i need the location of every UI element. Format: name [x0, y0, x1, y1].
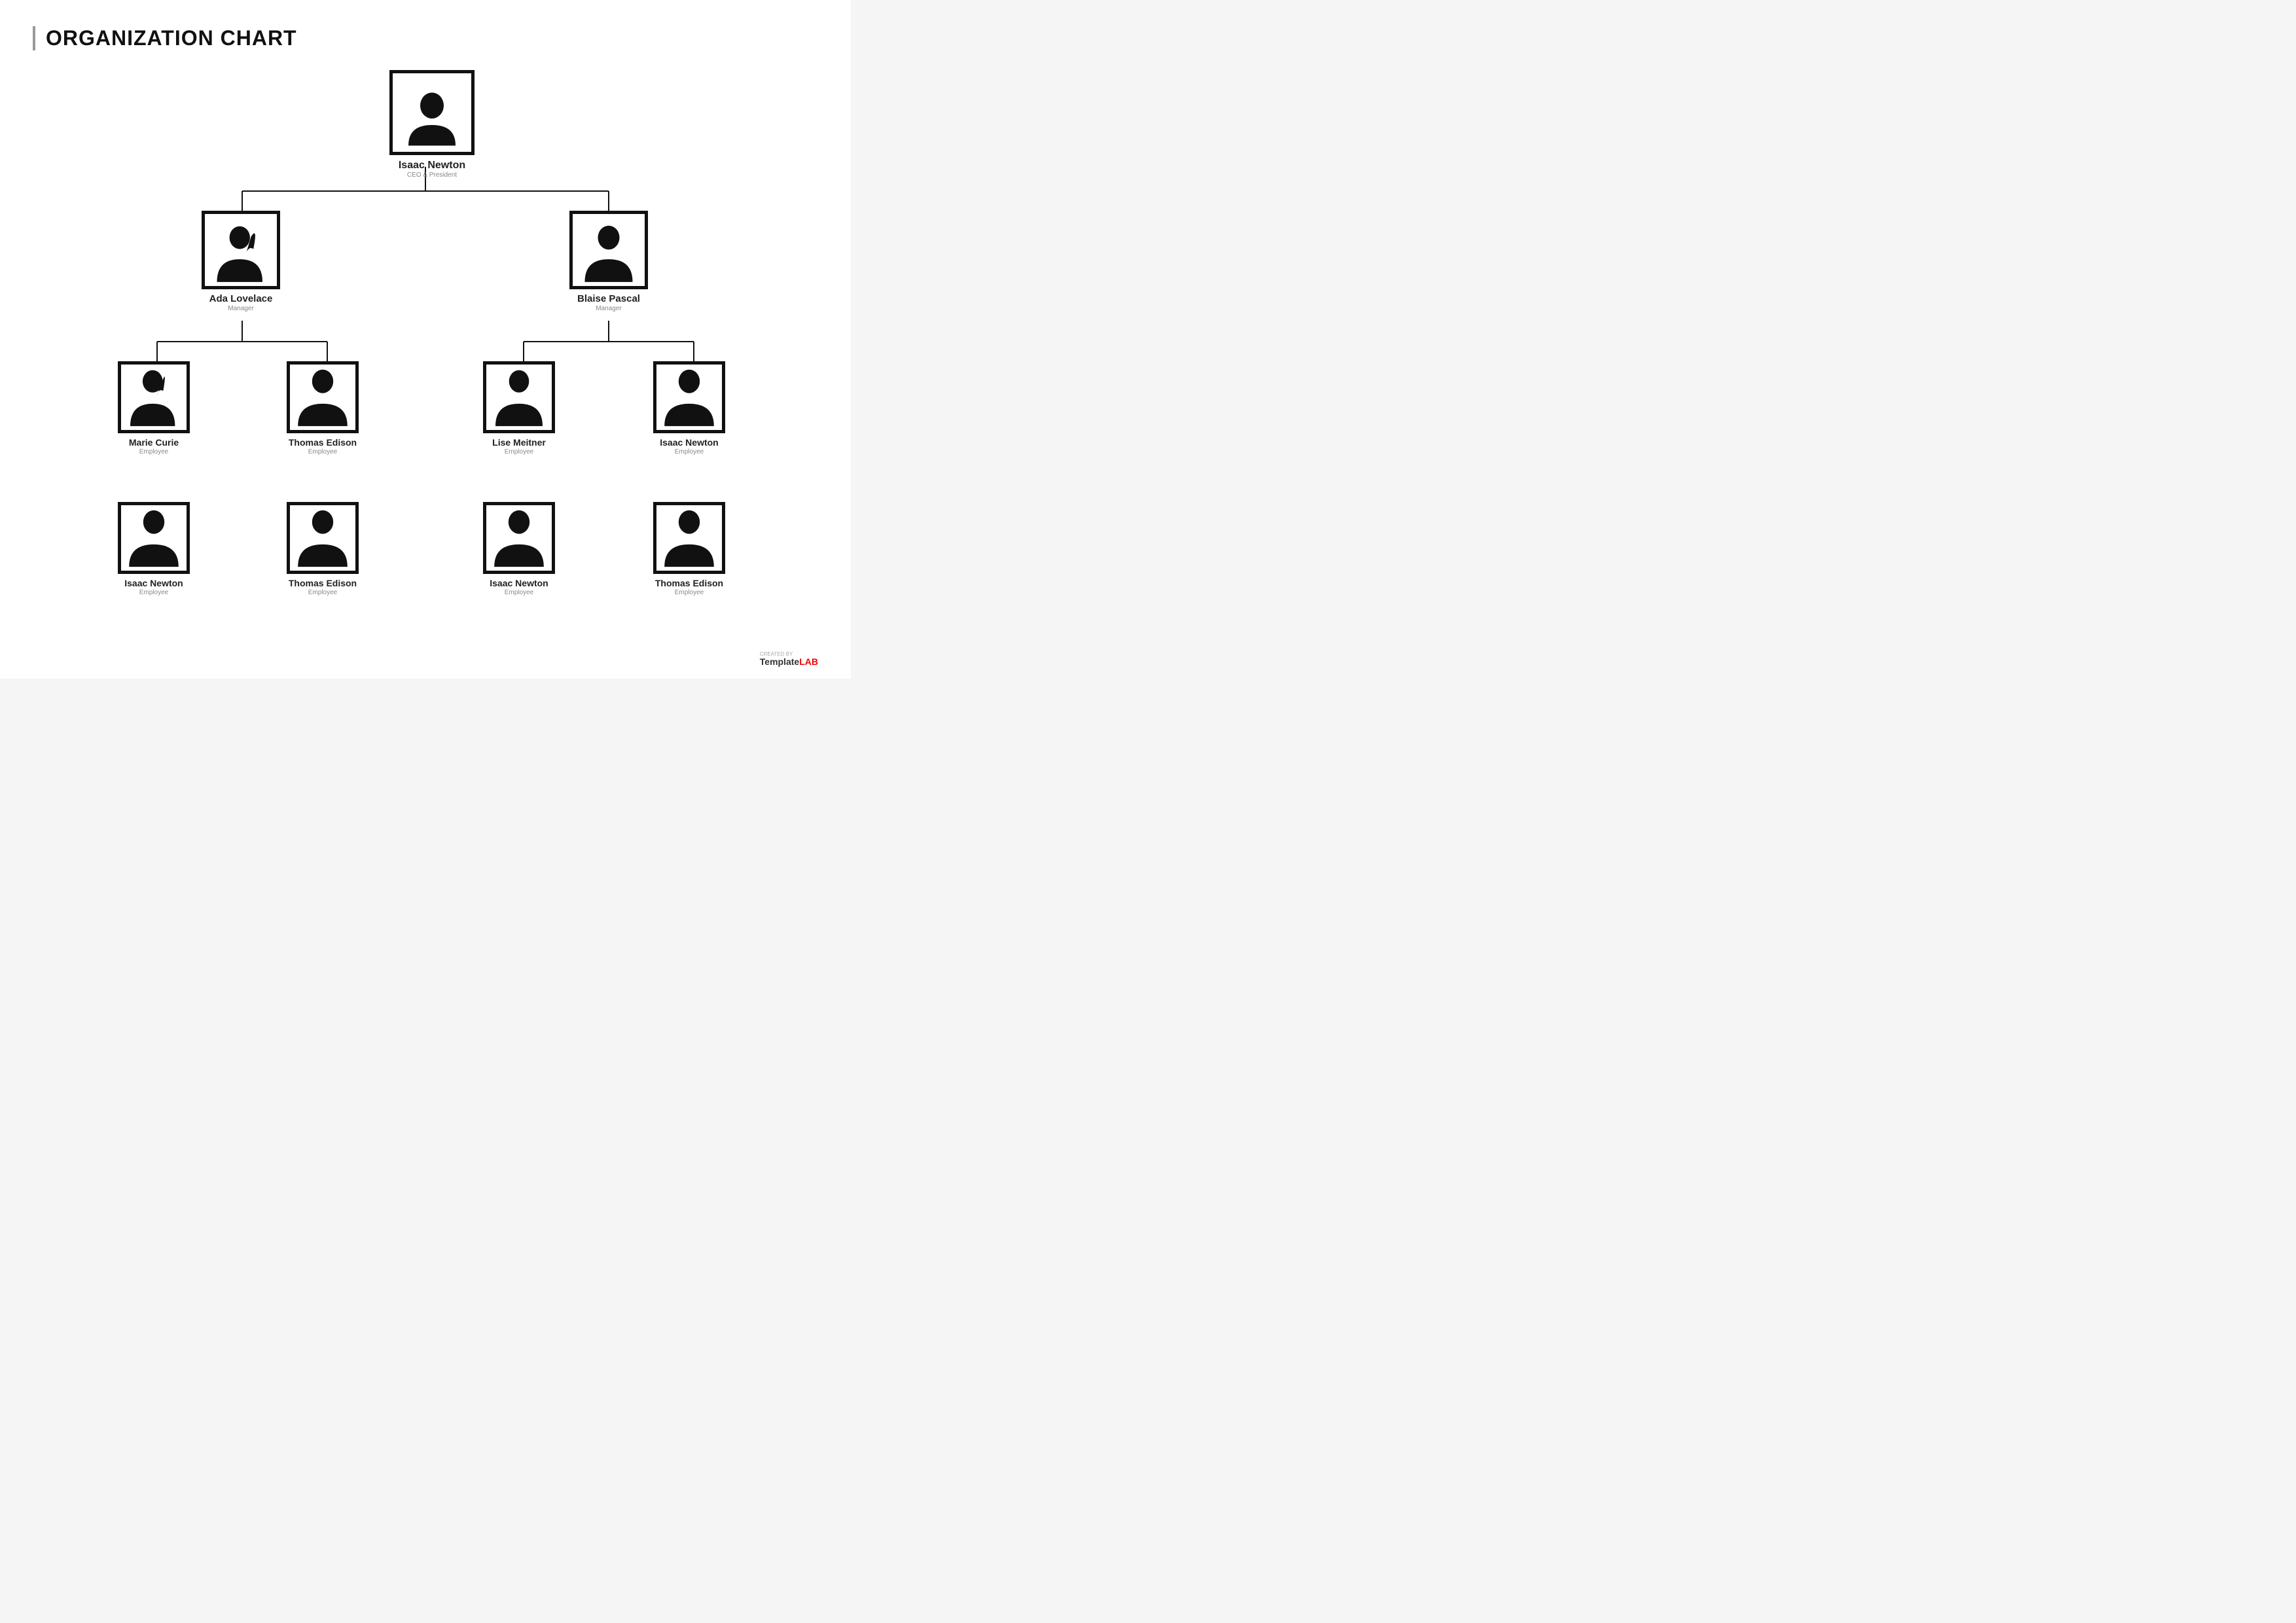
emp-isaac1-role: Employee	[660, 448, 718, 455]
emp-thomas1-label: Thomas Edison Employee	[289, 437, 357, 455]
emp-thomas2-name: Thomas Edison	[289, 578, 357, 589]
emp-thomas1-node: Thomas Edison Employee	[287, 361, 359, 455]
emp-marie-label: Marie Curie Employee	[129, 437, 179, 455]
ceo-role: CEO & President	[399, 171, 465, 179]
emp-thomas2-role: Employee	[289, 589, 357, 596]
emp-isaac2-name: Isaac Newton	[124, 578, 183, 589]
emp-isaac2-label: Isaac Newton Employee	[124, 578, 183, 596]
emp-isaac1-name: Isaac Newton	[660, 437, 718, 448]
emp-thomas2-label: Thomas Edison Employee	[289, 578, 357, 596]
org-chart: Isaac Newton CEO & President Ada Lovelac…	[33, 70, 818, 639]
emp-thomas2-photo	[287, 502, 359, 574]
emp-isaac3-photo	[483, 502, 555, 574]
emp-isaac3-name: Isaac Newton	[490, 578, 548, 589]
ceo-name: Isaac Newton	[399, 159, 465, 171]
manager-blaise-name: Blaise Pascal	[577, 293, 640, 305]
manager-ada-label: Ada Lovelace Manager	[209, 293, 273, 312]
emp-thomas3-photo	[653, 502, 725, 574]
emp-marie-photo	[118, 361, 190, 433]
watermark-lab: LAB	[799, 656, 818, 667]
page-title: ORGANIZATION CHART	[33, 26, 818, 50]
manager-ada-node: Ada Lovelace Manager	[202, 211, 280, 312]
manager-blaise-node: Blaise Pascal Manager	[569, 211, 648, 312]
emp-lise-node: Lise Meitner Employee	[483, 361, 555, 455]
emp-thomas3-role: Employee	[655, 589, 723, 596]
manager-blaise-label: Blaise Pascal Manager	[577, 293, 640, 312]
emp-marie-role: Employee	[129, 448, 179, 455]
manager-ada-photo	[202, 211, 280, 289]
manager-blaise-photo	[569, 211, 648, 289]
emp-lise-role: Employee	[492, 448, 546, 455]
emp-lise-name: Lise Meitner	[492, 437, 546, 448]
manager-ada-name: Ada Lovelace	[209, 293, 273, 305]
watermark-template: Template	[760, 656, 799, 667]
ceo-node: Isaac Newton CEO & President	[389, 70, 475, 179]
emp-thomas3-name: Thomas Edison	[655, 578, 723, 589]
ceo-label: Isaac Newton CEO & President	[399, 159, 465, 179]
emp-thomas1-role: Employee	[289, 448, 357, 455]
watermark: CREATED BY TemplateLAB	[760, 652, 818, 667]
emp-isaac1-label: Isaac Newton Employee	[660, 437, 718, 455]
emp-thomas2-node: Thomas Edison Employee	[287, 502, 359, 596]
emp-thomas3-label: Thomas Edison Employee	[655, 578, 723, 596]
emp-marie-node: Marie Curie Employee	[118, 361, 190, 455]
emp-thomas1-name: Thomas Edison	[289, 437, 357, 448]
manager-blaise-role: Manager	[577, 305, 640, 312]
emp-isaac2-role: Employee	[124, 589, 183, 596]
page: ORGANIZATION CHART	[0, 0, 851, 679]
emp-thomas3-node: Thomas Edison Employee	[653, 502, 725, 596]
emp-isaac2-photo	[118, 502, 190, 574]
emp-thomas1-photo	[287, 361, 359, 433]
emp-isaac3-role: Employee	[490, 589, 548, 596]
emp-isaac3-node: Isaac Newton Employee	[483, 502, 555, 596]
emp-isaac1-node: Isaac Newton Employee	[653, 361, 725, 455]
manager-ada-role: Manager	[209, 305, 273, 312]
emp-isaac2-node: Isaac Newton Employee	[118, 502, 190, 596]
ceo-photo	[389, 70, 475, 155]
watermark-brand: TemplateLAB	[760, 656, 818, 667]
emp-isaac1-photo	[653, 361, 725, 433]
emp-lise-photo	[483, 361, 555, 433]
emp-lise-label: Lise Meitner Employee	[492, 437, 546, 455]
emp-marie-name: Marie Curie	[129, 437, 179, 448]
emp-isaac3-label: Isaac Newton Employee	[490, 578, 548, 596]
